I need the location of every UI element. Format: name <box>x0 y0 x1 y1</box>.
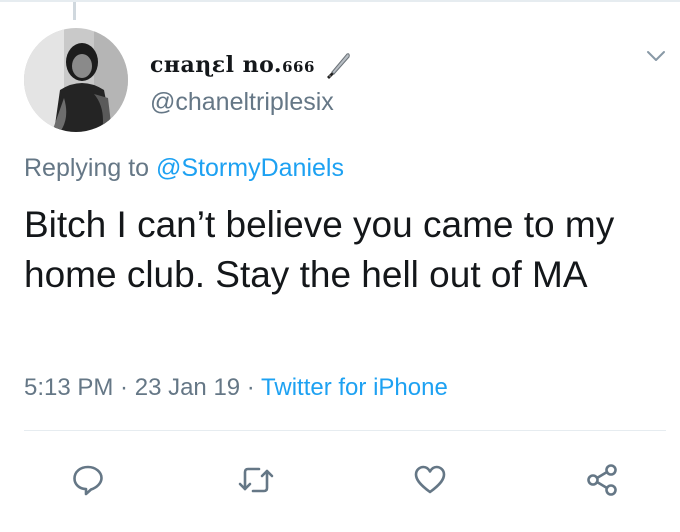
tweet-source-link[interactable]: Twitter for iPhone <box>261 374 448 401</box>
like-button[interactable] <box>408 458 452 502</box>
tweet-time[interactable]: 5:13 PM <box>24 374 113 401</box>
replying-to-label: Replying to <box>24 154 157 182</box>
share-icon <box>587 464 617 496</box>
reply-icon <box>73 465 103 496</box>
meta-separator: · <box>113 374 135 401</box>
replying-to-line: Replying to @StormyDaniels <box>24 154 344 183</box>
reply-button[interactable] <box>66 458 110 502</box>
tweet-text: Bitch I can’t believe you came to my hom… <box>24 204 615 295</box>
display-name[interactable]: cʜaɳɛl no.666 <box>150 52 315 78</box>
knife-icon <box>323 50 353 80</box>
retweet-icon <box>238 467 274 493</box>
avatar-image <box>24 28 128 132</box>
tweet-actions-bar <box>0 450 680 510</box>
chevron-down-icon[interactable] <box>644 44 668 68</box>
like-icon <box>414 465 446 494</box>
tweet-date[interactable]: 23 Jan 19 <box>135 374 240 401</box>
user-handle[interactable]: @chaneltriplesix <box>150 88 334 117</box>
avatar[interactable] <box>24 28 128 132</box>
tweet-card: cʜaɳɛl no.666 @chaneltriplesix Replying … <box>0 0 680 532</box>
meta-separator: · <box>240 374 262 401</box>
user-name-row[interactable]: cʜaɳɛl no.666 <box>150 50 353 80</box>
replying-to-mention-link[interactable]: @StormyDaniels <box>156 154 344 182</box>
tweet-metadata: 5:13 PM · 23 Jan 19 · Twitter for iPhone <box>24 374 448 402</box>
thread-connector-line <box>73 2 76 20</box>
share-button[interactable] <box>580 458 624 502</box>
retweet-button[interactable] <box>234 458 278 502</box>
divider <box>24 430 666 431</box>
